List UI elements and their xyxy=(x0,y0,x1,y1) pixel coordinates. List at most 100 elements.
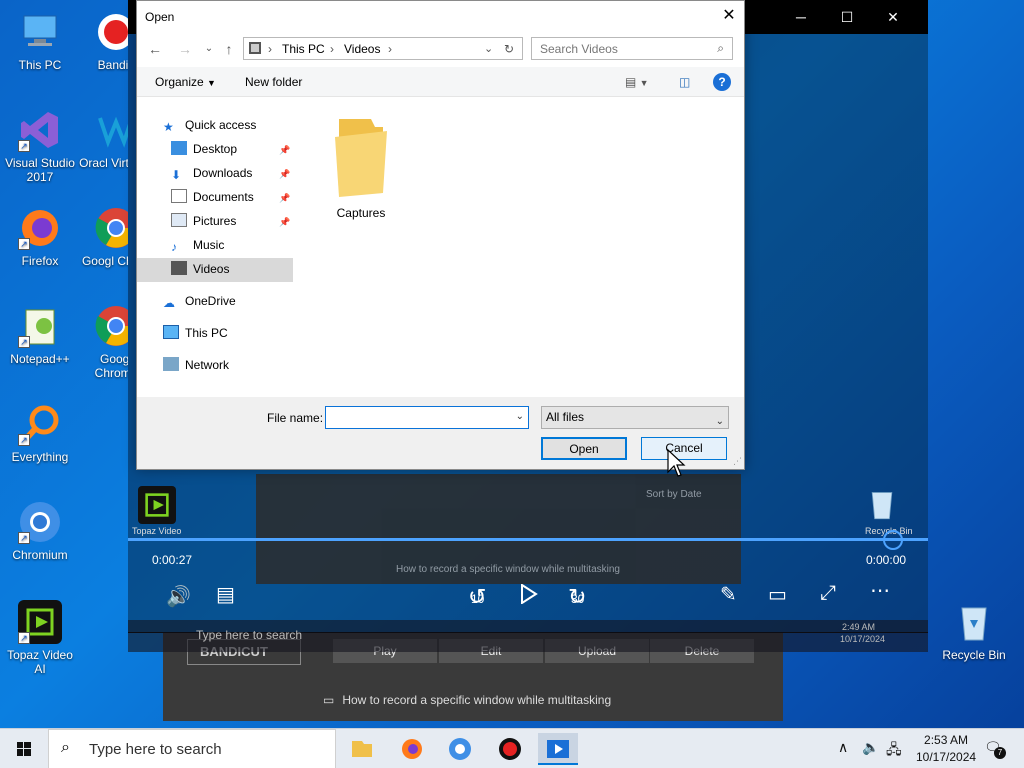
taskbar: ⌕ Type here to search ∧ 🔈 🖧 2:53 AM 10/1… xyxy=(0,728,1024,768)
desktop-icon-recycle-bin[interactable]: Recycle Bin xyxy=(936,600,1012,662)
nav-label: Desktop xyxy=(193,142,238,156)
preview-pane-icon[interactable]: ◫ xyxy=(679,75,690,89)
chevron-down-icon: ▼ xyxy=(207,78,216,88)
player-inner-bandicut: Sort by Date How to record a specific wi… xyxy=(256,474,741,584)
mini-view-icon[interactable]: ▭ xyxy=(768,582,787,607)
speaker-icon[interactable]: 🔈 xyxy=(862,739,879,768)
seek-handle[interactable] xyxy=(883,530,903,550)
current-time: 0:00:27 xyxy=(152,553,193,567)
maximize-icon[interactable]: ☐ xyxy=(824,0,870,34)
pin-icon[interactable]: 📌 xyxy=(279,145,290,156)
nav-quick-access[interactable]: ★ Quick access xyxy=(163,114,256,136)
network-icon xyxy=(163,357,179,371)
nav-pictures[interactable]: Pictures xyxy=(171,210,236,232)
close-icon[interactable]: ✕ xyxy=(870,0,916,34)
bandicut-tip[interactable]: ▭ How to record a specific window while m… xyxy=(323,693,611,707)
address-dropdown-icon[interactable]: ⌄ xyxy=(484,42,493,55)
seek-bar[interactable] xyxy=(128,538,928,541)
nav-this-pc[interactable]: This PC xyxy=(163,322,228,344)
minimize-icon[interactable]: ─ xyxy=(778,0,824,34)
fullscreen-icon[interactable]: ⤢ xyxy=(820,582,836,605)
play-button[interactable] xyxy=(520,583,538,610)
pin-icon[interactable]: 📌 xyxy=(279,193,290,204)
taskbar-firefox[interactable] xyxy=(392,733,432,765)
file-name-input[interactable]: ⌄ xyxy=(325,406,529,429)
shortcut-arrow-icon: ↗ xyxy=(18,632,30,644)
nav-documents[interactable]: Documents xyxy=(171,186,254,208)
nav-downloads[interactable]: ⬇ Downloads xyxy=(171,162,252,184)
shortcut-arrow-icon: ↗ xyxy=(18,238,30,250)
show-hidden-icons-chevron-icon[interactable]: ∧ xyxy=(838,739,848,768)
breadcrumb-videos[interactable]: Videos xyxy=(344,42,380,56)
recent-locations-chevron-icon[interactable]: ⌄ xyxy=(199,39,219,59)
resize-grip-icon[interactable]: ⋰ xyxy=(733,456,742,467)
forward-arrow-icon[interactable]: → xyxy=(175,39,195,59)
breadcrumb-this-pc[interactable]: This PC xyxy=(282,42,325,56)
nav-desktop[interactable]: Desktop xyxy=(171,138,237,160)
nav-music[interactable]: ♪ Music xyxy=(171,234,224,256)
nav-videos[interactable]: Videos xyxy=(171,258,229,280)
notification-center-icon[interactable]: 🗨 7 xyxy=(984,739,1006,768)
taskbar-search[interactable]: ⌕ Type here to search xyxy=(48,729,336,768)
refresh-icon[interactable]: ↻ xyxy=(504,42,514,56)
desktop-icon-visual-studio[interactable]: ↗ Visual Studio 2017 xyxy=(2,108,78,184)
nav-onedrive[interactable]: ☁ OneDrive xyxy=(163,290,236,312)
volume-icon[interactable]: 🔊 xyxy=(166,584,191,609)
taskbar-media-player[interactable] xyxy=(538,733,578,765)
start-button[interactable] xyxy=(0,729,48,768)
skip-back-button[interactable]: ↺ 10 xyxy=(468,584,486,610)
nav-network[interactable]: Network xyxy=(163,354,229,376)
edit-pencil-icon[interactable]: ✎ xyxy=(720,582,737,607)
desktop-icon-label: Topaz Video AI xyxy=(7,648,73,676)
desktop-icon-notepad[interactable]: ↗ Notepad++ xyxy=(2,304,78,366)
view-options-icon[interactable]: ▤ ▼ xyxy=(625,75,649,89)
help-icon[interactable]: ? xyxy=(713,73,731,91)
address-bar[interactable]: › This PC › Videos › ⌄ ↻ xyxy=(243,37,523,60)
inner-sort-label: Sort by Date xyxy=(646,489,702,500)
more-options-icon[interactable]: ⋯ xyxy=(870,578,890,603)
desktop-icon-everything[interactable]: ↗ Everything xyxy=(2,402,78,464)
subtitles-icon[interactable]: ▤ xyxy=(216,582,235,607)
open-button[interactable]: Open xyxy=(541,437,627,460)
taskbar-file-explorer[interactable] xyxy=(342,733,382,765)
total-time: 0:00:00 xyxy=(866,553,907,567)
desktop-icon-chromium[interactable]: ↗ Chromium xyxy=(2,500,78,562)
folder-label: Captures xyxy=(336,206,386,220)
clock[interactable]: 2:53 AM 10/17/2024 xyxy=(916,733,976,768)
up-arrow-icon[interactable]: ↑ xyxy=(219,39,239,59)
dialog-title: Open xyxy=(145,10,175,24)
desktop-icon-topaz[interactable]: ↗ Topaz Video AI xyxy=(2,600,78,676)
folder-captures[interactable]: Captures xyxy=(321,113,401,220)
shortcut-arrow-icon: ↗ xyxy=(18,434,30,446)
dialog-footer: File name: ⌄ All files ⌄ Open Cancel ⋰ xyxy=(137,397,744,469)
desktop-icon-label: Recycle Bin xyxy=(942,648,1006,662)
skip-forward-button[interactable]: ↻ 30 xyxy=(568,584,586,610)
network-icon[interactable]: 🖧 xyxy=(886,739,902,768)
new-folder-button[interactable]: New folder xyxy=(245,75,302,89)
desktop-icon-firefox[interactable]: ↗ Firefox xyxy=(2,206,78,268)
nav-label: Downloads xyxy=(193,166,253,180)
inner-app-label: Topaz Video xyxy=(132,526,182,536)
search-input[interactable] xyxy=(532,38,702,59)
navigation-pane: ★ Quick access Desktop 📌 ⬇ Downloads 📌 Doc… xyxy=(137,97,297,397)
topaz-video-icon xyxy=(138,486,176,524)
skip-back-label: 10 xyxy=(471,592,485,606)
file-type-select[interactable]: All files ⌄ xyxy=(541,406,729,429)
inner-taskbar: Type here to search 2:49 AM 10/17/2024 xyxy=(128,620,928,652)
back-arrow-icon[interactable]: ← xyxy=(145,39,165,59)
search-box[interactable]: ⌕ xyxy=(531,37,733,60)
organize-button[interactable]: Organize ▼ xyxy=(155,75,216,89)
chevron-down-icon[interactable]: ⌄ xyxy=(516,411,524,422)
nav-label: Network xyxy=(185,358,230,372)
pin-icon[interactable]: 📌 xyxy=(279,217,290,228)
pin-icon[interactable]: 📌 xyxy=(279,169,290,180)
taskbar-bandicam[interactable] xyxy=(490,733,530,765)
videos-folder-icon xyxy=(248,41,262,58)
star-icon: ★ xyxy=(163,120,174,134)
taskbar-chromium[interactable] xyxy=(440,733,480,765)
file-list: Captures xyxy=(307,97,744,397)
command-bar: Organize ▼ New folder ▤ ▼ ◫ ? xyxy=(137,67,744,97)
recycle-bin-icon xyxy=(864,486,900,522)
desktop-icon-this-pc[interactable]: This PC xyxy=(2,10,78,72)
close-icon[interactable]: ✕ xyxy=(714,1,744,31)
